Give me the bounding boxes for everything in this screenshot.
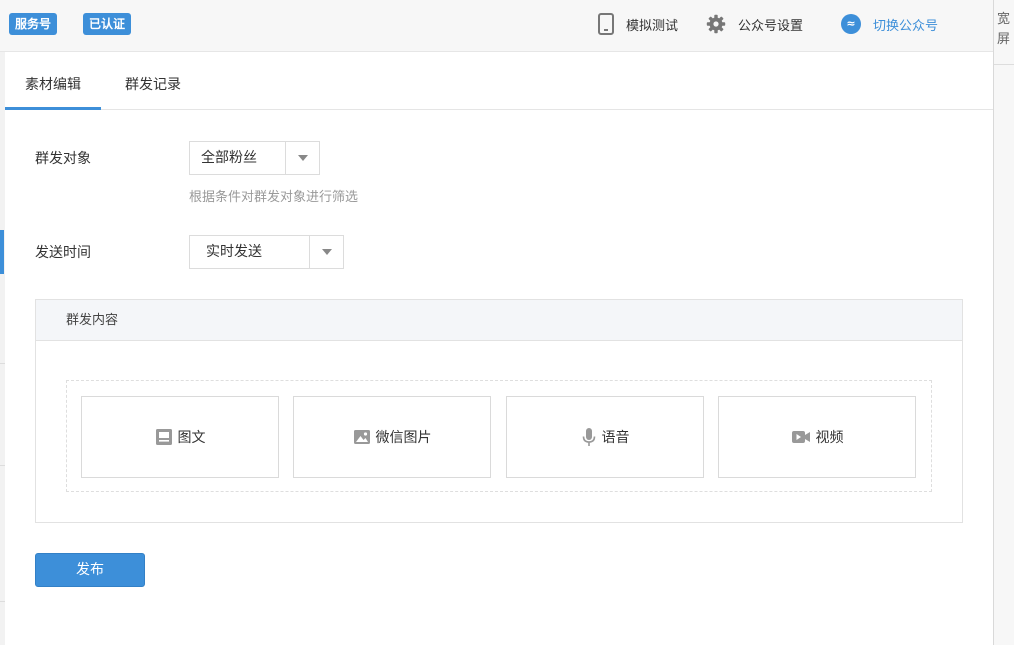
simulate-test-label: 模拟测试 bbox=[626, 18, 679, 34]
content-type-label: 图文 bbox=[177, 430, 206, 446]
content-panel-header: 群发内容 bbox=[36, 300, 962, 341]
image-icon bbox=[353, 428, 371, 446]
account-settings-label: 公众号设置 bbox=[738, 18, 804, 34]
left-active-marker bbox=[0, 230, 4, 274]
account-type-badge: 服务号 bbox=[9, 13, 58, 35]
content-type-area: 图文 微信图片 语音 视频 bbox=[66, 380, 932, 492]
top-bar: 服务号 已认证 模拟测试 公众号设置 ≈ 切换公众号 bbox=[0, 0, 993, 52]
content-panel-title: 群发内容 bbox=[66, 313, 119, 328]
content-type-video[interactable]: 视频 bbox=[718, 396, 916, 478]
publish-button[interactable]: 发布 bbox=[35, 553, 145, 587]
content-type-label: 语音 bbox=[601, 430, 630, 446]
tab-send-history[interactable]: 群发记录 bbox=[125, 52, 181, 110]
verified-badge: 已认证 bbox=[83, 13, 132, 35]
right-strip: 宽屏 bbox=[993, 0, 1014, 645]
video-icon bbox=[791, 429, 811, 445]
target-select[interactable]: 全部粉丝 bbox=[189, 141, 320, 175]
send-time-select[interactable]: 实时发送 bbox=[189, 235, 344, 269]
left-divider bbox=[0, 363, 5, 364]
article-icon bbox=[155, 428, 173, 446]
microphone-icon bbox=[581, 427, 597, 447]
gear-icon bbox=[706, 14, 726, 34]
switch-icon: ≈ bbox=[841, 14, 861, 34]
send-time-select-value: 实时发送 bbox=[206, 244, 262, 260]
account-settings-button[interactable]: 公众号设置 bbox=[706, 11, 803, 37]
wide-screen-toggle[interactable]: 宽屏 bbox=[997, 10, 1013, 50]
simulate-test-button[interactable]: 模拟测试 bbox=[598, 11, 678, 37]
target-select-value: 全部粉丝 bbox=[201, 150, 257, 166]
send-time-label: 发送时间 bbox=[35, 245, 91, 261]
target-hint: 根据条件对群发对象进行筛选 bbox=[189, 190, 359, 205]
content-type-article[interactable]: 图文 bbox=[81, 396, 279, 478]
tab-material-edit[interactable]: 素材编辑 bbox=[5, 52, 101, 110]
phone-icon bbox=[598, 13, 614, 35]
content-type-label: 视频 bbox=[815, 430, 844, 446]
content-type-label: 微信图片 bbox=[375, 430, 432, 446]
target-label: 群发对象 bbox=[35, 151, 91, 167]
content-panel: 群发内容 图文 微信图片 语音 视频 bbox=[35, 299, 963, 523]
left-divider bbox=[0, 601, 5, 602]
content-type-image[interactable]: 微信图片 bbox=[293, 396, 491, 478]
chevron-down-icon bbox=[309, 236, 343, 268]
chevron-down-icon bbox=[285, 142, 319, 174]
switch-account-button[interactable]: ≈ 切换公众号 bbox=[841, 11, 938, 37]
left-divider bbox=[0, 465, 5, 466]
content-type-voice[interactable]: 语音 bbox=[506, 396, 704, 478]
strip-divider bbox=[994, 64, 1014, 65]
switch-account-label: 切换公众号 bbox=[873, 18, 939, 34]
left-edge bbox=[0, 52, 5, 645]
tab-bar: 素材编辑 群发记录 bbox=[5, 52, 993, 110]
